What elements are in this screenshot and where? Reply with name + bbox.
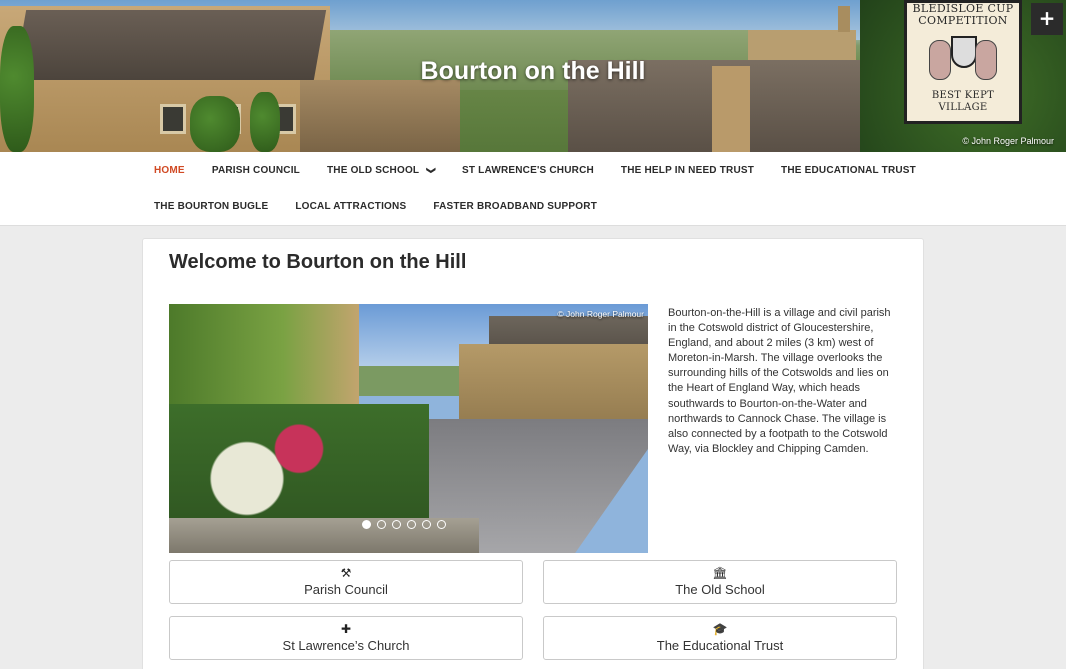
banner-photo-credit: © John Roger Palmour: [962, 136, 1054, 146]
nav-label: THE EDUCATIONAL TRUST: [781, 165, 916, 176]
chevron-down-icon[interactable]: ❯: [426, 167, 437, 175]
banner-village: [300, 80, 460, 152]
intro-paragraph: Bourton-on-the-Hill is a village and civ…: [668, 307, 891, 455]
nav-item-faster-broadband[interactable]: FASTER BROADBAND SUPPORT: [433, 201, 597, 212]
nav-label: PARISH COUNCIL: [211, 165, 300, 176]
ivy: [190, 96, 240, 152]
slider-dot[interactable]: [362, 520, 371, 529]
tile-the-old-school[interactable]: 🏛 The Old School: [543, 560, 897, 604]
slider-dot[interactable]: [422, 520, 431, 529]
nav-item-parish-council[interactable]: PARISH COUNCIL: [212, 165, 300, 176]
nav-row-2: THE BOURTON BUGLE LOCAL ATTRACTIONS FAST…: [154, 201, 624, 212]
nav-label: THE OLD SCHOOL: [326, 165, 420, 176]
nav-label: THE HELP IN NEED TRUST: [620, 165, 755, 176]
tile-label: The Old School: [675, 582, 765, 597]
tile-st-lawrences-church[interactable]: ✚ St Lawrence’s Church: [169, 616, 523, 660]
nav-label: FASTER BROADBAND SUPPORT: [433, 201, 598, 212]
slide-hills: [359, 366, 459, 396]
nav-row-1: HOME PARISH COUNCIL THE OLD SCHOOL ❯ ST L…: [154, 165, 943, 176]
tile-label: St Lawrence’s Church: [282, 638, 410, 653]
cottage-window: [160, 104, 186, 134]
nav-label: LOCAL ATTRACTIONS: [295, 201, 407, 212]
tile-parish-council[interactable]: ⚒ Parish Council: [169, 560, 523, 604]
content-card: Welcome to Bourton on the Hill © John Ro…: [142, 238, 924, 669]
image-slider[interactable]: © John Roger Palmour: [169, 304, 648, 553]
slide-photo-credit: © John Roger Palmour: [557, 309, 644, 319]
main-navigation: HOME PARISH COUNCIL THE OLD SCHOOL ❯ ST L…: [0, 152, 1066, 226]
slider-dot[interactable]: [407, 520, 416, 529]
tile-label: Parish Council: [304, 582, 388, 597]
site-title[interactable]: Bourton on the Hill: [0, 57, 1066, 86]
gavel-icon: ⚒: [340, 566, 352, 580]
nav-item-bourton-bugle[interactable]: THE BOURTON BUGLE: [154, 201, 268, 212]
building-icon: 🏛: [712, 566, 728, 580]
nav-item-help-in-need-trust[interactable]: THE HELP IN NEED TRUST: [621, 165, 754, 176]
slider-dot[interactable]: [437, 520, 446, 529]
graduation-cap-icon: 🎓: [712, 622, 728, 636]
ivy: [250, 92, 280, 152]
expand-toggle-button[interactable]: +: [1031, 3, 1063, 35]
nav-label: THE BOURTON BUGLE: [154, 201, 269, 212]
header-banner: BLEDISLOE CUP COMPETITION BEST KEPT VILL…: [0, 0, 1066, 152]
nav-item-st-lawrences-church[interactable]: ST LAWRENCE'S CHURCH: [462, 165, 594, 176]
ivy: [0, 26, 34, 152]
slider-pagination: [362, 520, 452, 529]
slider-dot[interactable]: [392, 520, 401, 529]
nav-item-local-attractions[interactable]: LOCAL ATTRACTIONS: [295, 201, 406, 212]
nav-label: ST LAWRENCE'S CHURCH: [461, 165, 594, 176]
sign-line-3: BEST KEPT VILLAGE: [931, 90, 995, 113]
nav-item-the-old-school[interactable]: THE OLD SCHOOL ❯: [326, 165, 437, 176]
tile-educational-trust[interactable]: 🎓 The Educational Trust: [543, 616, 897, 660]
cross-icon: ✚: [340, 622, 352, 636]
nav-item-educational-trust[interactable]: THE EDUCATIONAL TRUST: [781, 165, 916, 176]
tile-label: The Educational Trust: [656, 638, 784, 653]
page-title: Welcome to Bourton on the Hill: [169, 251, 467, 273]
nav-label: HOME: [154, 165, 185, 176]
slider-dot[interactable]: [377, 520, 386, 529]
sign-line-2: COMPETITION: [918, 14, 1008, 27]
nav-item-home[interactable]: HOME: [154, 165, 185, 176]
